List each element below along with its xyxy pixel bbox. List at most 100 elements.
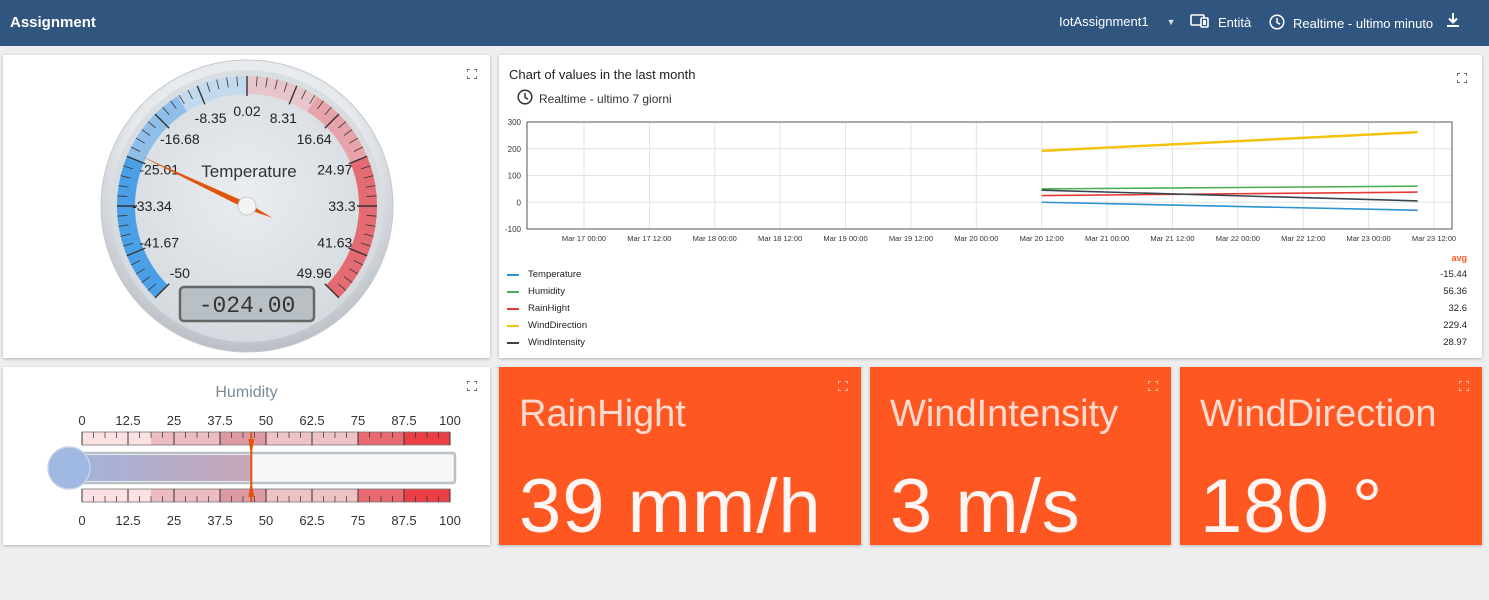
humidity-tick-label: 75	[351, 413, 365, 428]
temperature-lcd-value: -024.00	[199, 293, 296, 319]
winddirection-value: 180 °	[1200, 464, 1384, 549]
legend-swatch	[507, 291, 519, 293]
chart-x-tick-label: Mar 21 12:00	[1150, 234, 1194, 243]
humidity-tick-label: 25	[167, 513, 181, 528]
humidity-tick-label: 0	[78, 513, 85, 528]
legend-series-avg: -15.44	[1440, 269, 1467, 280]
fullscreen-icon[interactable]	[838, 381, 848, 391]
devices-icon	[1190, 14, 1210, 31]
entities-label: Entità	[1218, 15, 1252, 30]
chart-x-tick-label: Mar 22 00:00	[1216, 234, 1260, 243]
chart-x-tick-label: Mar 20 00:00	[954, 234, 998, 243]
chart-x-tick-label: Mar 21 00:00	[1085, 234, 1129, 243]
fullscreen-icon[interactable]	[1148, 381, 1158, 391]
chart-y-tick-label: 0	[517, 198, 522, 207]
chart-x-tick-label: Mar 18 12:00	[758, 234, 802, 243]
legend-swatch	[507, 274, 519, 276]
winddirection-label: WindDirection	[1200, 393, 1437, 435]
gauge-tick-label: -8.35	[195, 110, 227, 126]
gauge-tick-label: -41.67	[139, 234, 179, 250]
legend-item-winddirection[interactable]: WindDirection 229.4	[507, 318, 1467, 334]
fullscreen-icon[interactable]	[1459, 381, 1469, 391]
rainhight-value-card: RainHight 39 mm/h	[499, 367, 861, 549]
legend-avg-header: avg	[1451, 253, 1467, 263]
legend-series-name: WindDirection	[528, 320, 588, 331]
humidity-bulb	[47, 446, 91, 490]
fullscreen-icon[interactable]	[1457, 73, 1467, 83]
chart-y-tick-label: -100	[505, 225, 522, 234]
legend-item-humidity[interactable]: Humidity 56.36	[507, 284, 1467, 300]
humidity-tick-label: 87.5	[391, 513, 416, 528]
chart-x-tick-label: Mar 19 00:00	[823, 234, 867, 243]
gauge-tick-label: 49.96	[297, 265, 332, 281]
chart-timewindow[interactable]: Realtime - ultimo 7 giorni	[517, 89, 672, 108]
timewindow-button[interactable]: Realtime - ultimo minuto	[1269, 14, 1433, 33]
chart-x-tick-label: Mar 22 12:00	[1281, 234, 1325, 243]
humidity-tick-label: 12.5	[115, 413, 140, 428]
chart-x-tick-label: Mar 23 00:00	[1347, 234, 1391, 243]
gauge-tick-label: -50	[170, 265, 190, 281]
chart-y-tick-label: 200	[508, 145, 522, 154]
windintensity-label: WindIntensity	[890, 393, 1119, 435]
rainhight-label: RainHight	[519, 393, 686, 435]
legend-item-rainhight[interactable]: RainHight 32.6	[507, 301, 1467, 317]
chart-y-tick-label: 100	[508, 172, 522, 181]
gauge-tick-label: 33.3	[328, 198, 355, 214]
legend-series-avg: 32.6	[1448, 303, 1468, 314]
temperature-gauge-widget: -50 -41.67 -33.34 -25.01 -16.68 -8.35 0.02 8.31…	[3, 55, 490, 358]
chevron-down-icon: ▼	[1166, 16, 1176, 27]
gauge-tick-label: -25.01	[139, 162, 179, 178]
download-icon	[1446, 12, 1460, 31]
legend-item-temperature[interactable]: Temperature -15.44	[507, 267, 1467, 283]
chart-x-tick-label: Mar 18 00:00	[693, 234, 737, 243]
temperature-gauge: -50 -41.67 -33.34 -25.01 -16.68 -8.35 0.02 8.31…	[100, 59, 394, 353]
entity-alias-select[interactable]: IotAssignment1 ▼	[1059, 14, 1176, 29]
legend-item-windintensity[interactable]: WindIntensity 28.97	[507, 335, 1467, 351]
humidity-tick-label: 37.5	[207, 513, 232, 528]
winddirection-value-card: WindDirection 180 °	[1180, 367, 1482, 549]
legend-series-name: Temperature	[528, 269, 582, 280]
top-toolbar: Assignment IotAssignment1 ▼ Entità Realt…	[0, 0, 1489, 46]
fullscreen-icon[interactable]	[467, 69, 477, 79]
entities-button[interactable]: Entità	[1190, 14, 1251, 31]
chart-x-tick-label: Mar 17 00:00	[562, 234, 606, 243]
humidity-gauge-widget: Humidity 0 12.5 25 37.5 50 62.5 75 87.5 100 0 12.5…	[3, 367, 490, 545]
legend-series-name: WindIntensity	[528, 337, 586, 348]
chart-y-tick-label: 300	[508, 118, 522, 127]
chart-timewindow-label: Realtime - ultimo 7 giorni	[539, 91, 672, 106]
legend-swatch	[507, 308, 519, 310]
humidity-linear-gauge: 0 12.5 25 37.5 50 62.5 75 87.5 100 0 12.5 25 37.5 50 6…	[47, 413, 461, 528]
timeseries-chart-widget: Chart of values in the last month Realti…	[499, 55, 1482, 358]
humidity-tick-label: 100	[439, 513, 461, 528]
humidity-tick-label: 0	[78, 413, 85, 428]
legend-swatch	[507, 325, 519, 327]
gauge-tick-label: -33.34	[132, 198, 172, 214]
legend-series-name: Humidity	[528, 286, 565, 297]
humidity-tick-label: 50	[259, 413, 273, 428]
windintensity-value-card: WindIntensity 3 m/s	[870, 367, 1171, 549]
clock-icon	[1269, 14, 1285, 33]
chart-x-tick-label: Mar 20 12:00	[1020, 234, 1064, 243]
legend-series-name: RainHight	[528, 303, 570, 314]
gauge-tick-label: 41.63	[317, 234, 352, 250]
humidity-tick-label: 37.5	[207, 413, 232, 428]
temperature-gauge-title: Temperature	[201, 162, 296, 181]
humidity-tick-label: 25	[167, 413, 181, 428]
humidity-tick-label: 100	[439, 413, 461, 428]
gauge-tick-label: 0.02	[233, 103, 260, 119]
download-button[interactable]	[1446, 12, 1460, 31]
fullscreen-icon[interactable]	[467, 381, 477, 391]
timewindow-label: Realtime - ultimo minuto	[1293, 16, 1434, 31]
humidity-tick-label: 87.5	[391, 413, 416, 428]
gauge-needle-hub	[237, 196, 257, 216]
legend-swatch	[507, 342, 519, 344]
dashboard-title: Assignment	[10, 14, 96, 31]
chart-x-tick-label: Mar 19 12:00	[889, 234, 933, 243]
windintensity-value: 3 m/s	[890, 464, 1081, 549]
gauge-tick-label: 16.64	[297, 131, 332, 147]
chart-x-tick-label: Mar 23 12:00	[1412, 234, 1456, 243]
humidity-tick-label: 62.5	[299, 413, 324, 428]
humidity-fill	[65, 455, 252, 481]
clock-icon	[517, 89, 533, 108]
legend-series-avg: 229.4	[1443, 320, 1467, 331]
